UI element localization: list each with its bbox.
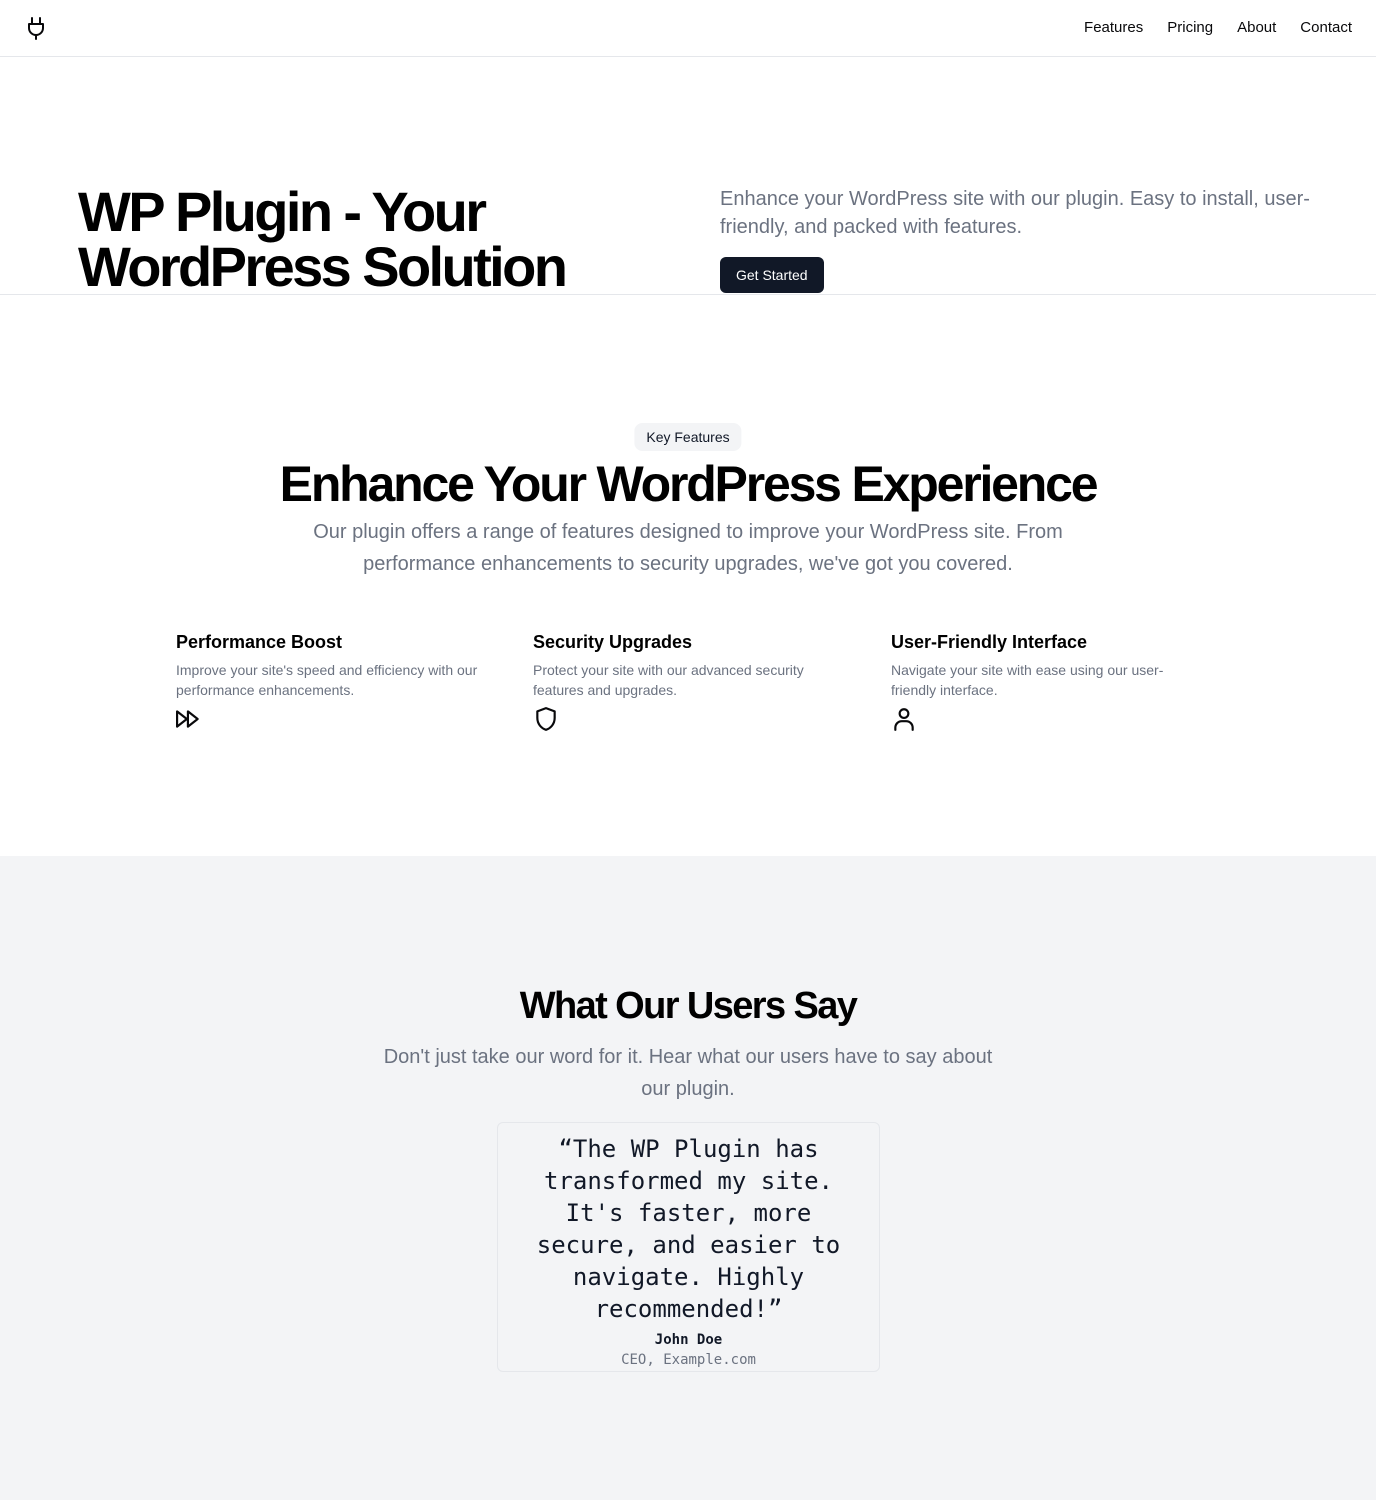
feature-title: User-Friendly Interface <box>891 632 1088 652</box>
hero-description: Enhance your WordPress site with our plu… <box>720 188 1310 238</box>
testimonial-quote: “The WP Plugin has transformed my site. … <box>536 1135 841 1323</box>
plug-icon[interactable] <box>26 16 46 40</box>
testimonials-description: Don't just take our word for it. Hear wh… <box>383 1046 993 1100</box>
key-features-badge: Key Features <box>634 423 742 451</box>
main-nav: Features Pricing About Contact <box>1084 0 1352 56</box>
features-description: Our plugin offers a range of features de… <box>313 521 1063 575</box>
features-title: Enhance Your WordPress Experience <box>279 456 1099 512</box>
testimonial-author-role: CEO, Example.com <box>621 1352 756 1368</box>
get-started-button[interactable]: Get Started <box>720 257 824 293</box>
feature-description: Navigate your site with ease using our u… <box>891 662 1164 698</box>
fast-forward-icon <box>176 706 202 732</box>
nav-pricing[interactable]: Pricing <box>1167 18 1213 38</box>
feature-performance: Performance Boost Improve your site's sp… <box>176 630 486 732</box>
feature-description: Improve your site's speed and efficiency… <box>176 662 478 698</box>
shield-icon <box>533 706 559 732</box>
testimonial-card: “The WP Plugin has transformed my site. … <box>497 1122 880 1372</box>
testimonial-author: John Doe <box>654 1332 723 1348</box>
features-section: Key Features Enhance Your WordPress Expe… <box>0 296 1376 856</box>
feature-description: Protect your site with our advanced secu… <box>533 662 804 698</box>
feature-title: Performance Boost <box>176 632 343 652</box>
nav-features[interactable]: Features <box>1084 18 1143 38</box>
nav-contact[interactable]: Contact <box>1300 18 1352 38</box>
testimonials-section: What Our Users Say Don't just take our w… <box>0 856 1376 1500</box>
user-icon <box>891 706 917 732</box>
feature-security: Security Upgrades Protect your site with… <box>533 630 843 732</box>
site-header: Features Pricing About Contact <box>0 0 1376 57</box>
hero-section: WP Plugin - Your WordPress Solution Enha… <box>0 57 1376 295</box>
nav-about[interactable]: About <box>1237 18 1276 38</box>
feature-user-friendly: User-Friendly Interface Navigate your si… <box>891 630 1201 732</box>
testimonials-title: What Our Users Say <box>519 985 858 1027</box>
hero-title: WP Plugin - Your WordPress Solution <box>78 180 568 295</box>
feature-title: Security Upgrades <box>533 632 693 652</box>
